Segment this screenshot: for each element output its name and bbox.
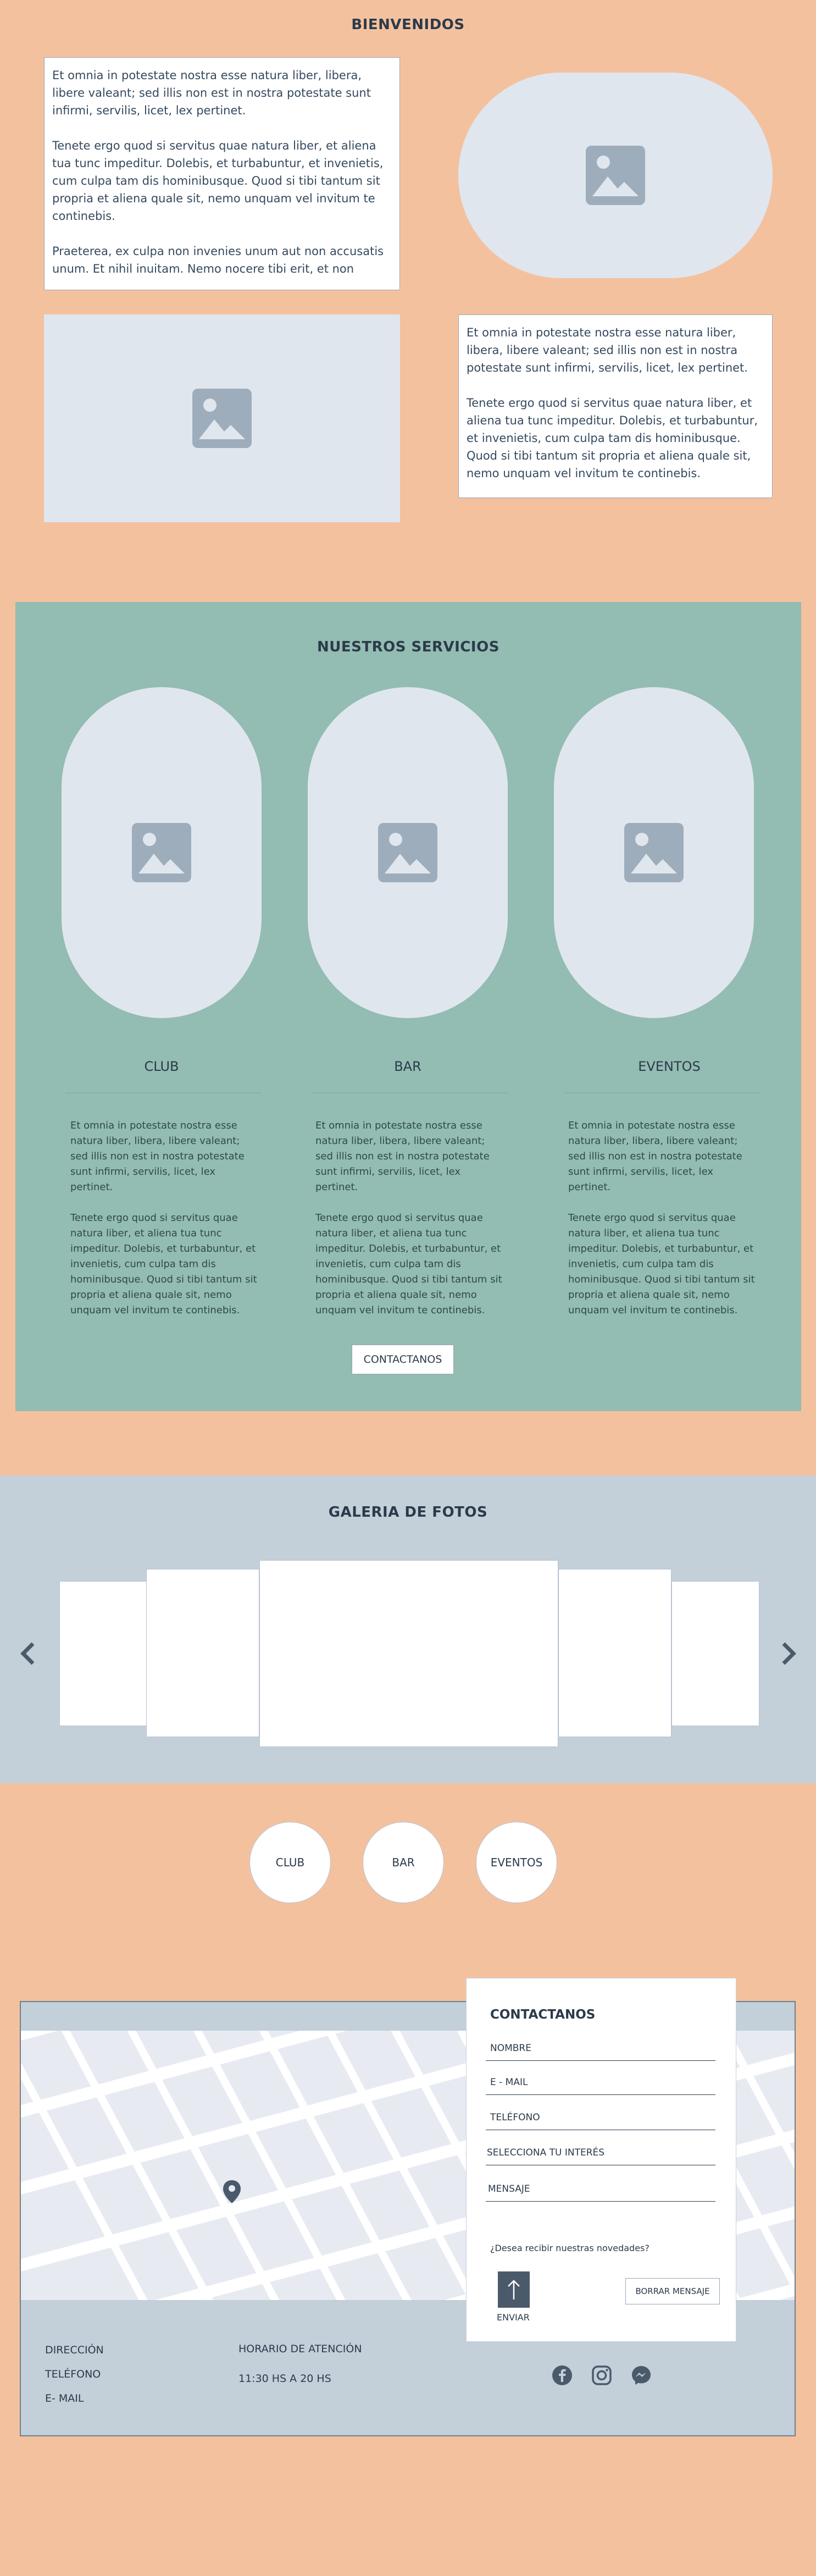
service-paragraph: Et omnia in potestate nostra esse natura…	[568, 1120, 742, 1193]
welcome-text-box-1: Et omnia in potestate nostra esse natura…	[44, 57, 400, 290]
quick-link-eventos[interactable]: EVENTOS	[476, 1822, 557, 1903]
messenger-icon[interactable]	[631, 2365, 652, 2386]
newsletter-prompt[interactable]: ¿Desea recibir nuestras novedades?	[490, 2243, 650, 2253]
image-placeholder-icon	[132, 823, 191, 882]
facebook-icon[interactable]	[552, 2365, 573, 2386]
gallery-photo[interactable]	[146, 1569, 259, 1737]
welcome-text-paragraph: Praeterea, ex culpa non invenies unum au…	[52, 245, 384, 275]
service-label-club: CLUB	[144, 1059, 179, 1074]
services-contact-button[interactable]: CONTACTANOS	[352, 1345, 454, 1374]
gallery-title: GALERIA DE FOTOS	[328, 1504, 488, 1521]
service-paragraph: Tenete ergo quod si servitus quae natura…	[315, 1212, 502, 1316]
welcome-text-paragraph: Tenete ergo quod si servitus quae natura…	[467, 396, 758, 480]
arrow-up-icon	[508, 2280, 520, 2299]
message-field-underline	[486, 2201, 715, 2202]
gallery-photo[interactable]	[671, 1581, 759, 1726]
welcome-text-paragraph: Et omnia in potestate nostra esse natura…	[52, 69, 371, 117]
instagram-icon[interactable]	[591, 2365, 612, 2386]
contact-form-title: CONTACTANOS	[490, 2008, 596, 2022]
quick-link-club[interactable]: CLUB	[249, 1822, 331, 1903]
send-button[interactable]	[498, 2271, 530, 2308]
welcome-text-paragraph: Et omnia in potestate nostra esse natura…	[467, 326, 748, 374]
service-description-bar: Et omnia in potestate nostra esse natura…	[315, 1118, 502, 1334]
service-paragraph: Tenete ergo quod si servitus quae natura…	[568, 1212, 755, 1316]
gallery-photo-featured[interactable]	[259, 1560, 558, 1747]
name-field-underline	[486, 2060, 715, 2061]
image-placeholder-icon	[378, 823, 437, 882]
message-field[interactable]: MENSAJE	[488, 2183, 715, 2194]
quick-link-bar[interactable]: BAR	[363, 1822, 444, 1903]
welcome-image-rect	[44, 314, 400, 522]
footer-phone: TELÉFONO	[45, 2368, 101, 2380]
service-paragraph: Et omnia in potestate nostra esse natura…	[315, 1120, 490, 1193]
gallery-photo[interactable]	[59, 1581, 147, 1726]
service-image-club	[62, 687, 262, 1018]
services-title: NUESTROS SERVICIOS	[317, 639, 499, 655]
image-placeholder-icon	[586, 146, 645, 205]
email-field[interactable]: E - MAIL	[490, 2077, 715, 2088]
map-pin-icon[interactable]	[222, 2179, 242, 2204]
service-label-eventos: EVENTOS	[638, 1059, 701, 1074]
service-paragraph: Tenete ergo quod si servitus quae natura…	[70, 1212, 257, 1316]
welcome-title: BIENVENIDOS	[351, 16, 465, 33]
interest-select[interactable]: SELECCIONA TU INTERÉS	[487, 2147, 715, 2158]
service-image-eventos	[554, 687, 754, 1018]
service-paragraph: Et omnia in potestate nostra esse natura…	[70, 1120, 245, 1193]
gallery-next-arrow[interactable]	[779, 1641, 798, 1666]
gallery-photo[interactable]	[558, 1569, 671, 1737]
welcome-image-pill	[458, 73, 773, 278]
service-image-bar	[308, 687, 508, 1018]
send-label: ENVIAR	[497, 2312, 530, 2323]
phone-field[interactable]: TELÉFONO	[490, 2112, 715, 2123]
service-label-bar: BAR	[394, 1059, 421, 1074]
welcome-text-paragraph: Tenete ergo quod si servitus quae natura…	[52, 139, 384, 223]
footer-hours: 11:30 HS A 20 HS	[238, 2373, 331, 2385]
chevron-left-icon[interactable]	[19, 1641, 37, 1666]
service-description-eventos: Et omnia in potestate nostra esse natura…	[568, 1118, 755, 1334]
gallery-prev-arrow[interactable]	[19, 1641, 37, 1666]
name-field[interactable]: NOMBRE	[490, 2043, 715, 2054]
welcome-text-box-2: Et omnia in potestate nostra esse natura…	[458, 314, 773, 498]
footer-hours-title: HORARIO DE ATENCIÓN	[238, 2343, 362, 2355]
footer-address: DIRECCIÓN	[45, 2344, 104, 2356]
email-field-underline	[486, 2094, 715, 2095]
footer-email: E- MAIL	[45, 2392, 84, 2404]
image-placeholder-icon	[624, 823, 684, 882]
clear-message-button[interactable]: BORRAR MENSAJE	[625, 2278, 720, 2304]
image-placeholder-icon	[192, 389, 252, 448]
service-description-club: Et omnia in potestate nostra esse natura…	[70, 1118, 257, 1334]
chevron-right-icon[interactable]	[779, 1641, 798, 1666]
